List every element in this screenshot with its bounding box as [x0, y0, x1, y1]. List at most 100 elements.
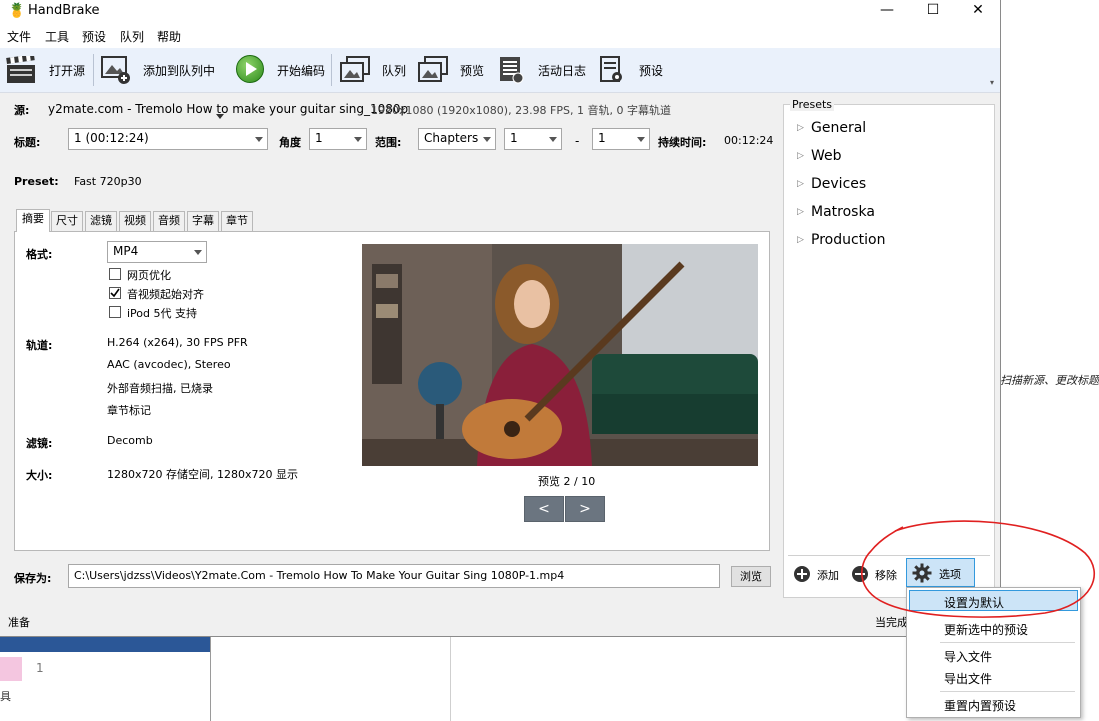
expand-arrow-icon[interactable]: ▷: [797, 207, 804, 217]
source-label: 源:: [14, 104, 30, 117]
add-circle-icon[interactable]: [793, 565, 811, 583]
menu-presets[interactable]: 预设: [82, 28, 106, 45]
angle-dropdown[interactable]: 1: [309, 128, 367, 150]
range-end-dropdown[interactable]: 1: [592, 128, 650, 150]
expand-arrow-icon[interactable]: ▷: [797, 123, 804, 133]
save-as-label: 保存为:: [14, 572, 52, 585]
chevron-down-icon: [549, 137, 557, 142]
close-button[interactable]: ✕: [955, 0, 1001, 22]
background-pink-cell: [0, 657, 22, 681]
start-encode-button[interactable]: 开始编码: [277, 62, 325, 79]
chevron-down-icon: [255, 137, 263, 142]
range-label: 范围:: [375, 136, 402, 149]
presets-panel-title: Presets: [790, 98, 835, 111]
add-to-queue-icon[interactable]: [100, 54, 132, 84]
menu-item-update-preset[interactable]: 更新选中的预设: [944, 621, 1028, 638]
destination-path-input[interactable]: C:\Users\jdzss\Videos\Y2mate.Com - Tremo…: [68, 564, 720, 588]
menu-item-reset-builtin[interactable]: 重置内置预设: [944, 697, 1016, 714]
title-dropdown[interactable]: 1 (00:12:24): [68, 128, 268, 150]
angle-dropdown-value: 1: [315, 131, 323, 145]
align-av-checkbox[interactable]: [109, 287, 121, 299]
menu-file[interactable]: 文件: [7, 28, 31, 45]
expand-arrow-icon[interactable]: ▷: [797, 235, 804, 245]
background-left-titlebar: [0, 636, 210, 652]
format-dropdown[interactable]: MP4: [107, 241, 207, 263]
background-text-fragment: 具: [0, 690, 11, 703]
presets-icon[interactable]: [599, 54, 625, 84]
source-info: 1920x1080 (1920x1080), 23.98 FPS, 1 音轨, …: [371, 104, 671, 117]
preview-prev-button[interactable]: <: [524, 496, 564, 522]
menu-bar: 文件 工具 预设 队列 帮助: [0, 24, 1000, 48]
toolbar-overflow-icon[interactable]: ▾: [990, 78, 994, 87]
title-dropdown-value: 1 (00:12:24): [74, 131, 149, 145]
range-type-value: Chapters: [424, 131, 479, 145]
preview-frame-illustration: [362, 244, 758, 466]
size-value: 1280x720 存储空间, 1280x720 显示: [107, 468, 298, 481]
tracks-label: 轨道:: [26, 339, 53, 352]
add-preset-button[interactable]: 添加: [817, 567, 839, 583]
maximize-button[interactable]: ☐: [910, 0, 956, 22]
menu-queue[interactable]: 队列: [120, 28, 144, 45]
clapperboard-icon[interactable]: [6, 56, 36, 84]
activity-log-icon[interactable]: [497, 54, 525, 84]
menu-separator: [940, 691, 1075, 692]
range-type-dropdown[interactable]: Chapters: [418, 128, 496, 150]
angle-label: 角度: [279, 136, 301, 149]
preset-value: Fast 720p30: [74, 175, 142, 188]
background-line-number: 1: [36, 661, 44, 675]
background-hint-text: 扫描新源、更改标题.: [1000, 374, 1099, 387]
tab-subtitles[interactable]: 字幕: [187, 211, 219, 231]
toolbar-separator: [93, 54, 94, 86]
toolbar-separator: [331, 54, 332, 86]
queue-button[interactable]: 队列: [382, 62, 406, 79]
expand-arrow-icon[interactable]: ▷: [797, 179, 804, 189]
browse-button[interactable]: 浏览: [731, 566, 771, 587]
queue-icon[interactable]: [339, 55, 371, 85]
red-annotation-ellipse: [861, 520, 1095, 618]
open-source-button[interactable]: 打开源: [49, 62, 85, 79]
preset-group-devices[interactable]: Devices: [811, 176, 866, 192]
chevron-down-icon: [637, 137, 645, 142]
tab-video[interactable]: 视频: [119, 211, 151, 231]
preview-image: [362, 244, 758, 466]
track-video: H.264 (x264), 30 FPS PFR: [107, 336, 248, 349]
menu-item-import-file[interactable]: 导入文件: [944, 648, 992, 665]
tab-summary[interactable]: 摘要: [16, 209, 50, 232]
checkmark-icon: [110, 288, 120, 298]
tab-audio[interactable]: 音频: [153, 211, 185, 231]
activity-log-button[interactable]: 活动日志: [538, 62, 586, 79]
filters-label: 滤镜:: [26, 437, 53, 450]
preset-group-web[interactable]: Web: [811, 148, 842, 164]
format-label: 格式:: [26, 248, 53, 261]
preview-icon[interactable]: [417, 55, 449, 85]
minimize-button[interactable]: —: [864, 0, 910, 22]
duration-label: 持续时间:: [658, 136, 707, 149]
ipod-support-checkbox[interactable]: [109, 306, 121, 318]
expand-arrow-icon[interactable]: ▷: [797, 151, 804, 161]
preset-group-general[interactable]: General: [811, 120, 866, 136]
menu-tools[interactable]: 工具: [45, 28, 69, 45]
preview-next-button[interactable]: >: [565, 496, 605, 522]
track-audio: AAC (avcodec), Stereo: [107, 358, 231, 371]
web-optimize-label: 网页优化: [127, 269, 171, 282]
preset-group-matroska[interactable]: Matroska: [811, 204, 875, 220]
add-to-queue-button[interactable]: 添加到队列中: [143, 62, 215, 79]
tab-filters[interactable]: 滤镜: [85, 211, 117, 231]
menu-help[interactable]: 帮助: [157, 28, 181, 45]
format-dropdown-value: MP4: [113, 244, 139, 258]
menu-item-export-file[interactable]: 导出文件: [944, 670, 992, 687]
track-chapters: 章节标记: [107, 404, 151, 417]
range-start-dropdown[interactable]: 1: [504, 128, 562, 150]
presets-button[interactable]: 预设: [639, 62, 663, 79]
tab-chapters[interactable]: 章节: [221, 211, 253, 231]
toolbar: 打开源 添加到队列中 开始编码 队列 预览 活动日志 预设 ▾: [0, 48, 1000, 119]
menu-separator: [940, 642, 1075, 643]
background-divider: [450, 636, 451, 721]
tab-dimensions[interactable]: 尺寸: [51, 211, 83, 231]
size-label: 大小:: [26, 469, 53, 482]
preset-label: Preset:: [14, 175, 59, 188]
play-icon[interactable]: [236, 55, 264, 83]
preview-button[interactable]: 预览: [460, 62, 484, 79]
web-optimize-checkbox[interactable]: [109, 268, 121, 280]
preset-group-production[interactable]: Production: [811, 232, 885, 248]
